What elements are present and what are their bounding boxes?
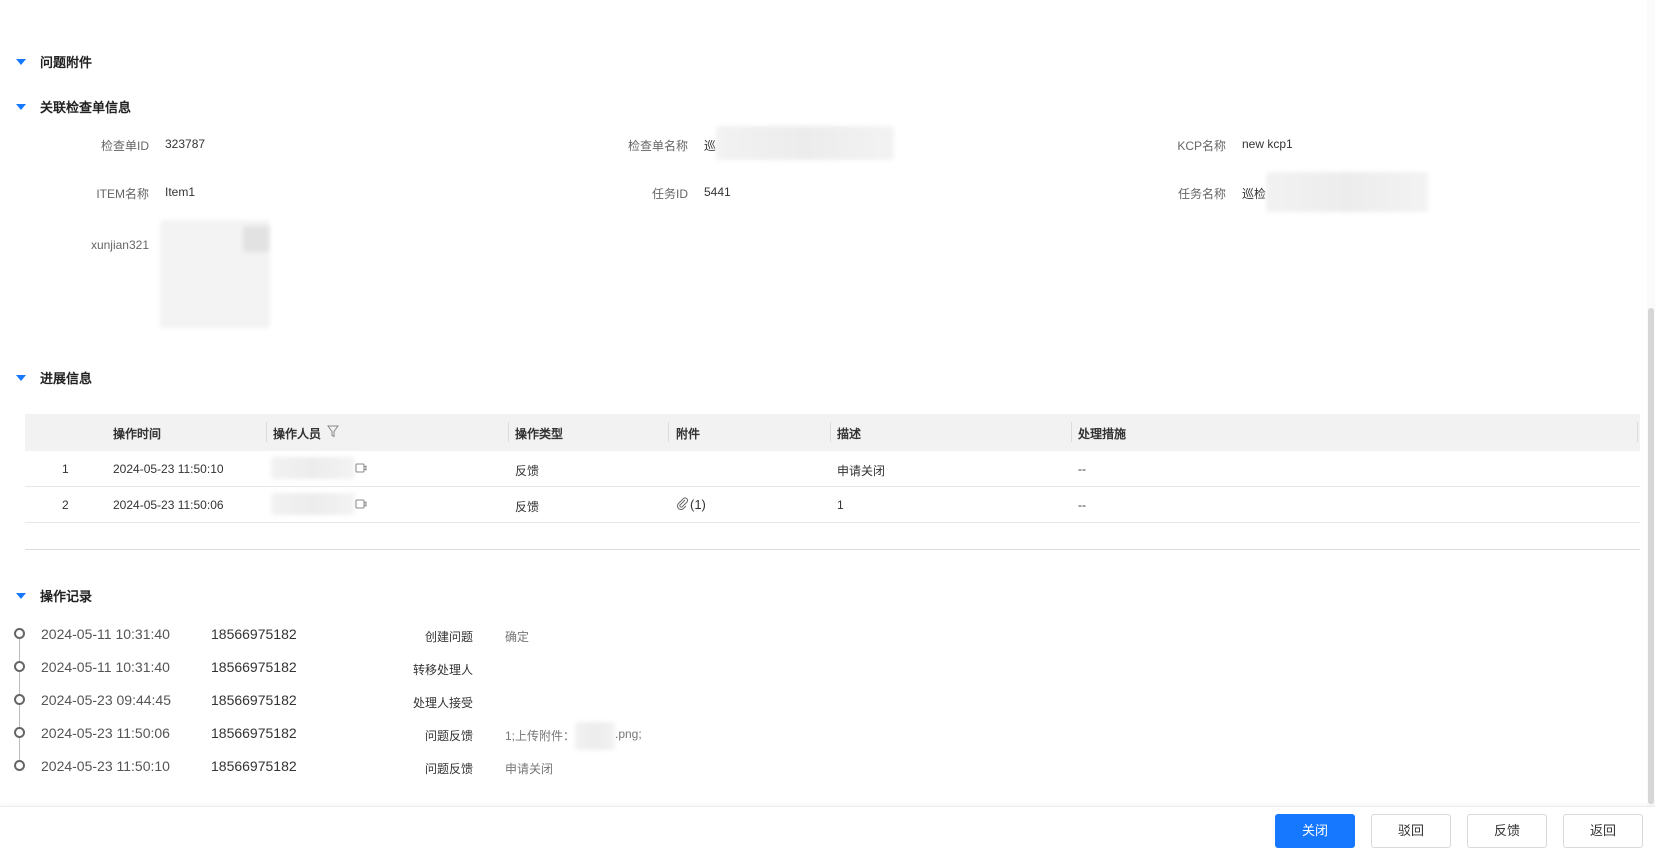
log-action: 问题反馈	[424, 762, 473, 776]
item-name-label: ITEM名称	[96, 187, 149, 201]
timeline-dot	[14, 628, 25, 639]
table-row: 2 2024-05-23 11:50:06 反馈 (1) 1 --	[25, 487, 1640, 523]
redacted-task-name	[1266, 172, 1428, 212]
operation-log-section-header[interactable]: 操作记录	[16, 586, 92, 605]
timeline-dot	[14, 760, 25, 771]
log-action: 处理人接受	[412, 696, 473, 710]
timeline-dot	[14, 661, 25, 672]
col-operator: 操作人员	[273, 427, 322, 441]
back-button[interactable]: 返回	[1563, 814, 1643, 848]
checklist-id-value: 323787	[165, 137, 206, 151]
task-id-value: 5441	[704, 185, 731, 199]
column-divider	[668, 422, 669, 442]
col-attachment: 附件	[676, 427, 701, 441]
table-row: 1 2024-05-23 11:50:10 反馈 申请关闭 --	[25, 451, 1640, 487]
log-note-suffix: .png;	[615, 727, 642, 741]
log-time: 2024-05-23 09:44:45	[41, 692, 171, 708]
task-name-value: 巡检	[1242, 187, 1267, 201]
log-user: 18566975182	[211, 758, 297, 774]
progress-section-header[interactable]: 进展信息	[16, 368, 92, 387]
caret-down-icon	[16, 374, 26, 381]
section-divider	[25, 549, 1640, 550]
caret-down-icon	[16, 103, 26, 110]
paperclip-icon[interactable]	[676, 497, 689, 513]
operation-log-section-title: 操作记录	[40, 589, 93, 604]
checklist-name-label: 检查单名称	[627, 139, 688, 153]
row-description: 申请关闭	[837, 464, 886, 478]
redacted-operator	[271, 493, 355, 515]
col-description: 描述	[837, 427, 862, 441]
log-note: 申请关闭	[505, 762, 554, 776]
feedback-button[interactable]: 反馈	[1467, 814, 1547, 848]
progress-table: 操作时间 操作人员 操作类型 附件 描述 处理措施 1 2024-05-23 1…	[25, 414, 1640, 523]
reject-button[interactable]: 驳回	[1371, 814, 1451, 848]
redacted-operator	[271, 457, 355, 479]
row-type: 反馈	[515, 500, 540, 514]
log-note: 1;上传附件：	[505, 729, 576, 743]
row-time: 2024-05-23 11:50:10	[113, 462, 224, 476]
log-time: 2024-05-23 11:50:10	[41, 758, 170, 774]
task-id-label: 任务ID	[651, 187, 688, 201]
log-action: 转移处理人	[412, 663, 473, 677]
col-measure: 处理措施	[1078, 427, 1127, 441]
checklist-id-label: 检查单ID	[100, 139, 149, 153]
kcp-name-label: KCP名称	[1177, 139, 1226, 153]
close-button[interactable]: 关闭	[1275, 814, 1355, 848]
col-operation-type: 操作类型	[515, 427, 564, 441]
col-operation-time: 操作时间	[113, 427, 162, 441]
xunjian-label: xunjian321	[90, 238, 149, 252]
contact-icon[interactable]	[355, 498, 367, 513]
progress-section-title: 进展信息	[40, 371, 93, 386]
thumbnail-corner-icon	[243, 226, 269, 252]
attachments-section-header[interactable]: 问题附件	[16, 52, 92, 71]
row-description: 1	[837, 498, 844, 512]
column-divider	[1071, 422, 1072, 442]
row-measure: --	[1078, 462, 1086, 476]
row-index: 2	[62, 498, 69, 512]
row-measure: --	[1078, 498, 1086, 512]
kcp-name-value: new kcp1	[1242, 137, 1293, 151]
linked-checklist-section-header[interactable]: 关联检查单信息	[16, 97, 131, 116]
log-time: 2024-05-23 11:50:06	[41, 725, 170, 741]
redacted-checklist-name	[716, 126, 894, 160]
log-action: 创建问题	[424, 630, 473, 644]
log-user: 18566975182	[211, 725, 297, 741]
column-divider	[508, 422, 509, 442]
row-index: 1	[62, 462, 69, 476]
table-header: 操作时间 操作人员 操作类型 附件 描述 处理措施	[25, 414, 1640, 451]
item-name-value: Item1	[165, 185, 196, 199]
log-note: 确定	[505, 630, 530, 644]
checklist-name-value: 巡	[704, 139, 717, 153]
caret-down-icon	[16, 592, 26, 599]
filter-icon[interactable]	[327, 425, 339, 441]
timeline-dot	[14, 727, 25, 738]
timeline-dot	[14, 694, 25, 705]
log-time: 2024-05-11 10:31:40	[41, 659, 170, 675]
attachment-count-link[interactable]: (1)	[690, 497, 706, 512]
contact-icon[interactable]	[355, 462, 367, 477]
scrollbar-thumb[interactable]	[1648, 308, 1654, 804]
row-type: 反馈	[515, 464, 540, 478]
log-user: 18566975182	[211, 626, 297, 642]
log-user: 18566975182	[211, 692, 297, 708]
column-divider	[266, 422, 267, 442]
log-action: 问题反馈	[424, 729, 473, 743]
caret-down-icon	[16, 58, 26, 65]
log-user: 18566975182	[211, 659, 297, 675]
column-divider	[1637, 422, 1638, 442]
log-time: 2024-05-11 10:31:40	[41, 626, 170, 642]
task-name-label: 任务名称	[1177, 187, 1226, 201]
linked-checklist-section-title: 关联检查单信息	[40, 100, 132, 115]
row-time: 2024-05-23 11:50:06	[113, 498, 224, 512]
attachments-section-title: 问题附件	[40, 55, 93, 70]
column-divider	[830, 422, 831, 442]
redacted-filename	[575, 722, 615, 750]
